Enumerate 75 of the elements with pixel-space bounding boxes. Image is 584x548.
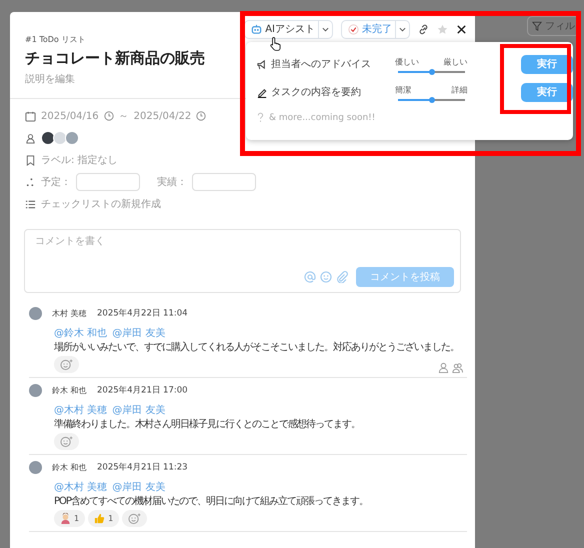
planned-label: 予定： xyxy=(41,176,71,189)
clock-icon xyxy=(196,111,206,121)
comment-time: 2025年4月21日 17:00 xyxy=(96,384,188,396)
avatar-placeholder xyxy=(41,131,55,145)
mention-link[interactable]: @岸田 友美 xyxy=(112,480,166,494)
label-value[interactable]: ラベル: 指定なし xyxy=(41,153,118,167)
add-reaction-button[interactable] xyxy=(122,510,148,527)
person-outline-icon[interactable] xyxy=(438,362,449,373)
ai-assist-button[interactable]: AIアシスト xyxy=(244,20,333,38)
mention-link[interactable]: @鈴木 和也 xyxy=(54,326,108,340)
reaction-button[interactable]: 1 xyxy=(54,510,86,527)
close-icon[interactable] xyxy=(456,24,467,34)
checklist-icon xyxy=(25,198,36,210)
new-checklist-link[interactable]: チェックリストの新規作成 xyxy=(41,197,161,211)
actual-label: 実績： xyxy=(157,176,187,189)
slider-max-label: 厳しい xyxy=(444,56,468,68)
add-reaction-button[interactable] xyxy=(54,433,79,450)
smiley-plus-icon xyxy=(60,359,73,370)
run-button[interactable]: 実行 xyxy=(521,54,573,74)
clock-icon xyxy=(104,111,114,121)
comment-time: 2025年4月21日 11:23 xyxy=(96,462,188,473)
robot-icon xyxy=(251,24,262,34)
smiley-plus-icon xyxy=(128,513,142,524)
avatar-placeholder xyxy=(65,131,79,145)
mention-link[interactable]: @岸田 友美 xyxy=(112,326,166,340)
paperclip-icon[interactable] xyxy=(336,271,348,283)
comment-author: 木村 美穂 xyxy=(52,308,87,318)
person-emoji-icon xyxy=(60,513,71,524)
assist-option-label: タスクの内容を要約 xyxy=(271,86,362,99)
megaphone-icon xyxy=(257,58,268,70)
comment-time: 2025年4月22日 11:04 xyxy=(96,308,188,319)
mention-icon[interactable] xyxy=(304,271,316,283)
mention-link[interactable]: @岸田 友美 xyxy=(112,403,166,417)
people-outline-icon[interactable] xyxy=(452,362,463,373)
slider-thumb[interactable] xyxy=(428,97,435,103)
task-title: チョコレート新商品の販売 xyxy=(25,49,205,68)
mention-link[interactable]: @木村 美穂 xyxy=(54,480,108,494)
actual-field[interactable] xyxy=(192,173,256,191)
slider-min-label: 優しい xyxy=(396,57,420,68)
reaction-button[interactable]: 1 xyxy=(88,510,120,527)
mention-link[interactable]: @木村 美穂 xyxy=(54,403,108,417)
status-button[interactable]: 未完了 xyxy=(341,20,410,38)
start-date[interactable]: 2025/04/16 xyxy=(41,110,99,122)
calendar-icon xyxy=(25,110,36,122)
comment-text: 準備終わりました。木村さん明日様子見に行くとのことで感想待ってます。 xyxy=(54,418,361,431)
check-icon xyxy=(348,24,359,34)
run-button[interactable]: 実行 xyxy=(521,82,573,102)
list-name: #1 ToDo リスト xyxy=(25,34,86,45)
avatar-placeholder xyxy=(29,460,42,474)
star-icon[interactable] xyxy=(437,24,448,34)
funnel-icon xyxy=(532,21,542,31)
date-separator: ～ xyxy=(118,110,129,123)
bookmark-icon xyxy=(25,154,36,166)
smiley-icon[interactable] xyxy=(320,271,332,283)
comment-text: POP含めてすべての機材届いたので、明日に向けて組み立て頑張ってきます。 xyxy=(54,494,369,508)
avatar-placeholder xyxy=(29,306,42,320)
comment-author: 鈴木 和也 xyxy=(52,462,87,472)
slider-thumb[interactable] xyxy=(428,69,435,75)
planned-field[interactable] xyxy=(76,173,140,191)
pencil-icon xyxy=(257,86,268,98)
coming-soon-note: & more...coming soon!! xyxy=(269,112,376,122)
end-date[interactable]: 2025/04/22 xyxy=(134,110,192,122)
assist-option-label: 担当者へのアドバイス xyxy=(271,58,372,71)
slider-min-label: 簡潔 xyxy=(396,85,412,96)
link-icon[interactable] xyxy=(418,24,429,34)
avatar-placeholder xyxy=(29,384,42,396)
add-reaction-button[interactable] xyxy=(54,356,79,373)
avatar-placeholder xyxy=(53,131,67,145)
thumbs-up-icon xyxy=(94,513,106,524)
person-icon xyxy=(25,132,36,144)
comment-text: 場所がいいみたいで、すでに購入してくれる人がそこそこいました。対応ありがとうございました。 xyxy=(54,340,460,354)
slider-max-label: 詳細 xyxy=(452,85,468,96)
edit-description-link[interactable]: 説明を編集 xyxy=(25,72,205,86)
smiley-plus-icon xyxy=(60,436,73,447)
comment-author: 鈴木 和也 xyxy=(52,384,87,396)
